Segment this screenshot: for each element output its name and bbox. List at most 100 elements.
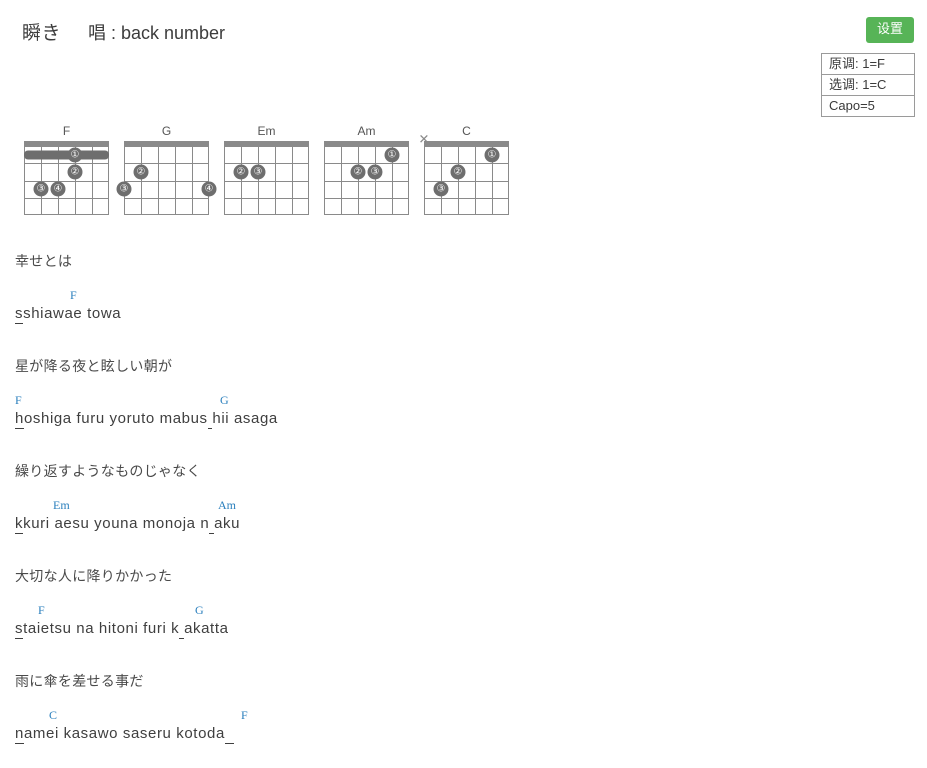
- romaji-block: F Ghoshiga furu yoruto mabus hii asaga: [15, 393, 815, 451]
- fret-line: [424, 180, 509, 182]
- fretboard: ① ②③: [324, 141, 409, 215]
- chord-diagram-label: F: [62, 124, 71, 138]
- fretboard: ②③ ④: [116, 141, 217, 215]
- chord-lane: CF: [15, 708, 815, 724]
- key-info-box: 原调: 1=F 选调: 1=C Capo=5: [821, 53, 915, 118]
- finger-dot: ④: [201, 181, 217, 197]
- finger-dot: ②: [350, 164, 366, 180]
- inline-chord-label[interactable]: F: [15, 393, 22, 407]
- fretboard: ①② ③④: [24, 141, 109, 215]
- lyrics-container: 幸せとは Fsshiawae towa 星が降る夜と眩しい朝が F Ghoshiga f…: [15, 252, 815, 768]
- fret-line: [424, 197, 509, 199]
- selected-key-row: 选调: 1=C: [822, 75, 914, 97]
- fret-line: [124, 163, 209, 165]
- romaji-block: F Gstaietsu na hitoni furi k akatta: [15, 603, 815, 661]
- muted-string-icon: ✕: [418, 131, 430, 147]
- fret-line: [324, 180, 409, 182]
- fret-line: [324, 197, 409, 199]
- fret-line: [24, 180, 109, 182]
- fret-line: [24, 197, 109, 199]
- fret-line: [324, 163, 409, 165]
- inline-chord-label[interactable]: F: [70, 288, 77, 302]
- original-key-row: 原调: 1=F: [822, 54, 914, 76]
- fret-line: [224, 163, 309, 165]
- romaji-lyric-line: staietsu na hitoni furi k akatta: [15, 620, 229, 639]
- romaji-block: Fsshiawae towa: [15, 288, 815, 346]
- japanese-lyric-line: 幸せとは: [15, 253, 73, 269]
- inline-chord-label[interactable]: G: [220, 393, 229, 407]
- finger-dot: ③: [116, 181, 132, 197]
- fret-grid: [224, 146, 309, 215]
- inline-chord-label[interactable]: Am: [218, 498, 236, 512]
- finger-dot: ③: [33, 181, 49, 197]
- finger-dot: ②: [67, 164, 83, 180]
- finger-dot: ③: [250, 164, 266, 180]
- inline-chord-label[interactable]: F: [38, 603, 45, 617]
- fret-line: [124, 197, 209, 199]
- fret-line: [24, 146, 109, 147]
- chord-diagram-label: G: [161, 124, 172, 138]
- fret-line: [124, 180, 209, 182]
- inline-chord-label[interactable]: C: [49, 708, 57, 722]
- fret-line: [24, 214, 109, 215]
- finger-dot: ②: [233, 164, 249, 180]
- fretboard: ① ② ③ ✕: [419, 133, 509, 215]
- fret-line: [224, 214, 309, 215]
- chord-diagram-label: Em: [257, 124, 276, 138]
- fret-line: [224, 146, 309, 147]
- romaji-lyric-line: namei kasawo saseru kotoda: [15, 724, 815, 744]
- finger-dot: ②: [450, 164, 466, 180]
- romaji-block: Em Am kkuri aesu youna monoja n aku: [15, 498, 815, 556]
- chord-diagram-label: Am: [357, 124, 376, 138]
- finger-dot: ①: [384, 147, 400, 163]
- fret-line: [124, 214, 209, 215]
- chord-diagram-label: C: [462, 124, 471, 138]
- finger-dot: ②: [133, 164, 149, 180]
- romaji-lyric-line: hoshiga furu yoruto mabus hii asaga: [15, 410, 278, 429]
- chord-lane: Em Am: [15, 498, 815, 514]
- finger-dot: ③: [367, 164, 383, 180]
- fret-line: [424, 163, 509, 165]
- fret-line: [24, 163, 109, 165]
- settings-button[interactable]: 设置: [865, 17, 914, 43]
- fret-line: [424, 146, 509, 147]
- capo-row: Capo=5: [829, 98, 875, 114]
- lyric-verse: 繰り返すようなものじゃなく Em Am kkuri aesu youna monoja…: [15, 462, 815, 567]
- finger-dot: ③: [433, 181, 449, 197]
- fret-line: [424, 214, 509, 215]
- chord-lane: FG: [15, 393, 815, 409]
- finger-dot: ①: [67, 147, 83, 163]
- inline-chord-label[interactable]: G: [195, 603, 204, 617]
- barre-bar: [24, 150, 109, 160]
- fret-line: [324, 146, 409, 147]
- chord-diagram-c[interactable]: C ① ② ③ ✕: [419, 124, 509, 220]
- song-title: 瞬き: [22, 23, 62, 44]
- japanese-lyric-line: 大切な人に降りかかった: [15, 568, 173, 584]
- finger-dot: ①: [484, 147, 500, 163]
- lyric-verse: 雨に傘を差せる事だ C Fnamei kasawo saseru kotoda: [15, 672, 815, 768]
- inline-chord-label[interactable]: Em: [53, 498, 70, 512]
- chord-diagram-g[interactable]: G ②③ ④: [116, 124, 217, 220]
- japanese-lyric-line: 星が降る夜と眩しい朝が: [15, 358, 173, 374]
- japanese-lyric-line: 雨に傘を差せる事だ: [15, 673, 144, 689]
- finger-dot: ④: [50, 181, 66, 197]
- page-header: 瞬き 唱 : back number 设置: [0, 0, 927, 60]
- chord-lane: F: [15, 288, 815, 304]
- fret-grid: [124, 146, 209, 215]
- romaji-lyric-line: sshiawae towa: [15, 305, 122, 324]
- romaji-lyric-line: kkuri aesu youna monoja n aku: [15, 515, 241, 534]
- chord-diagram-em[interactable]: Em ② ③: [224, 124, 309, 220]
- lyric-verse: 大切な人に降りかかった F Gstaietsu na hitoni furi k a…: [15, 567, 815, 672]
- fret-line: [124, 146, 209, 147]
- inline-chord-label[interactable]: F: [241, 708, 248, 722]
- chord-lane: FG: [15, 603, 815, 619]
- lyric-verse: 星が降る夜と眩しい朝が F Ghoshiga furu yoruto mabus h…: [15, 357, 815, 462]
- fret-line: [224, 180, 309, 182]
- fretboard: ②③: [224, 141, 309, 215]
- chord-diagram-am[interactable]: Am ① ② ③: [324, 124, 409, 220]
- artist-line: 唱 : back number: [88, 23, 226, 43]
- chord-diagram-f[interactable]: F ①② ③④: [24, 124, 109, 220]
- chord-diagram-strip: F ① ② ③ ④ G ② ③ ④ Em ② ③ Am ① ② ③ C ① ② ③ ✕: [24, 124, 509, 220]
- fret-line: [324, 214, 409, 215]
- japanese-lyric-line: 繰り返すようなものじゃなく: [15, 463, 201, 479]
